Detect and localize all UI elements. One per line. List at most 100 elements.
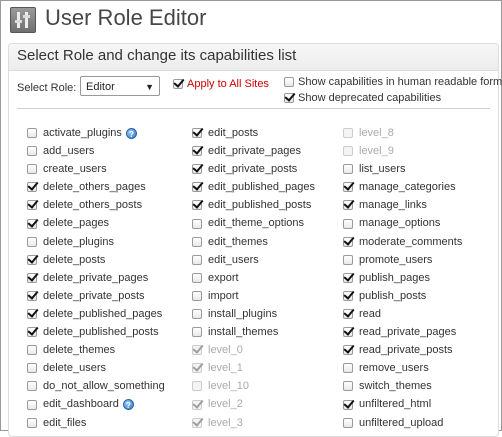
- capability-checkbox[interactable]: [343, 417, 353, 428]
- apply-all-sites-checkbox[interactable]: [173, 79, 183, 90]
- capability-checkbox[interactable]: [343, 164, 353, 175]
- capability-item[interactable]: delete_published_pages: [27, 305, 165, 323]
- capability-checkbox[interactable]: [27, 200, 37, 211]
- capability-checkbox[interactable]: [27, 381, 37, 392]
- capability-item[interactable]: export: [192, 269, 315, 287]
- capability-checkbox[interactable]: [343, 381, 353, 392]
- capability-item[interactable]: delete_plugins: [27, 233, 165, 251]
- capability-checkbox[interactable]: [192, 200, 202, 211]
- capability-item[interactable]: create_users: [27, 160, 165, 178]
- capability-item[interactable]: activate_plugins?: [27, 124, 165, 142]
- capability-label: delete_others_pages: [43, 181, 146, 194]
- capability-checkbox[interactable]: [343, 272, 353, 283]
- capability-item[interactable]: delete_private_posts: [27, 287, 165, 305]
- capability-item[interactable]: edit_published_posts: [192, 196, 315, 214]
- capability-checkbox[interactable]: [192, 182, 202, 193]
- capability-checkbox[interactable]: [343, 254, 353, 265]
- capability-checkbox[interactable]: [343, 345, 353, 356]
- capability-item[interactable]: edit_published_pages: [192, 178, 315, 196]
- capability-item[interactable]: delete_posts: [27, 251, 165, 269]
- capability-item[interactable]: manage_options: [343, 214, 462, 232]
- capability-item[interactable]: moderate_comments: [343, 233, 462, 251]
- capability-item[interactable]: edit_posts: [192, 124, 315, 142]
- capability-checkbox[interactable]: [27, 236, 37, 247]
- capability-checkbox[interactable]: [343, 200, 353, 211]
- capability-checkbox[interactable]: [343, 236, 353, 247]
- capability-checkbox[interactable]: [27, 146, 37, 157]
- capability-checkbox[interactable]: [192, 254, 202, 265]
- capability-item[interactable]: delete_published_posts: [27, 323, 165, 341]
- capability-item[interactable]: edit_users: [192, 251, 315, 269]
- capability-item[interactable]: manage_categories: [343, 178, 462, 196]
- capability-label: delete_private_posts: [43, 289, 145, 302]
- capability-item[interactable]: manage_links: [343, 196, 462, 214]
- capability-item[interactable]: remove_users: [343, 359, 462, 377]
- capability-checkbox[interactable]: [27, 309, 37, 320]
- capability-checkbox[interactable]: [343, 290, 353, 301]
- capability-checkbox[interactable]: [27, 272, 37, 283]
- capability-item[interactable]: edit_private_pages: [192, 142, 315, 160]
- capability-item[interactable]: delete_users: [27, 359, 165, 377]
- capability-item[interactable]: delete_pages: [27, 214, 165, 232]
- deprecated-option[interactable]: Show deprecated capabilities: [284, 92, 441, 104]
- capability-item[interactable]: read_private_posts: [343, 341, 462, 359]
- capability-checkbox[interactable]: [192, 218, 202, 229]
- capability-item[interactable]: promote_users: [343, 251, 462, 269]
- capability-checkbox[interactable]: [343, 363, 353, 374]
- capability-checkbox[interactable]: [343, 218, 353, 229]
- capability-item[interactable]: install_themes: [192, 323, 315, 341]
- human-readable-option[interactable]: Show capabilities in human readable form: [284, 76, 502, 88]
- capability-item[interactable]: do_not_allow_something: [27, 377, 165, 395]
- capability-item[interactable]: edit_private_posts: [192, 160, 315, 178]
- capability-item[interactable]: read: [343, 305, 462, 323]
- capability-checkbox[interactable]: [192, 290, 202, 301]
- capability-label: edit_published_posts: [208, 199, 312, 212]
- capability-item[interactable]: edit_files: [27, 414, 165, 432]
- capability-checkbox[interactable]: [343, 182, 353, 193]
- capability-item[interactable]: add_users: [27, 142, 165, 160]
- capability-item[interactable]: list_users: [343, 160, 462, 178]
- capability-checkbox[interactable]: [192, 236, 202, 247]
- human-readable-checkbox[interactable]: [284, 77, 294, 88]
- capability-item[interactable]: delete_private_pages: [27, 269, 165, 287]
- capability-item[interactable]: edit_themes: [192, 233, 315, 251]
- apply-all-sites-option[interactable]: Apply to All Sites: [173, 78, 269, 90]
- role-select[interactable]: Editor ▼: [80, 76, 160, 96]
- capability-checkbox[interactable]: [192, 146, 202, 157]
- capability-checkbox[interactable]: [27, 290, 37, 301]
- capability-checkbox[interactable]: [27, 327, 37, 338]
- capability-item[interactable]: import: [192, 287, 315, 305]
- capability-item[interactable]: publish_posts: [343, 287, 462, 305]
- capability-item[interactable]: edit_dashboard?: [27, 395, 165, 413]
- help-icon[interactable]: ?: [122, 399, 134, 410]
- capability-checkbox[interactable]: [27, 164, 37, 175]
- capability-checkbox[interactable]: [192, 128, 202, 139]
- capability-checkbox[interactable]: [192, 327, 202, 338]
- capability-checkbox[interactable]: [27, 218, 37, 229]
- capability-item[interactable]: delete_themes: [27, 341, 165, 359]
- capability-checkbox[interactable]: [192, 309, 202, 320]
- deprecated-checkbox[interactable]: [284, 93, 294, 104]
- capability-checkbox[interactable]: [27, 128, 37, 139]
- capability-item[interactable]: publish_pages: [343, 269, 462, 287]
- capability-item[interactable]: unfiltered_html: [343, 395, 462, 413]
- capability-checkbox[interactable]: [343, 309, 353, 320]
- capability-item[interactable]: unfiltered_upload: [343, 414, 462, 432]
- capability-checkbox[interactable]: [343, 399, 353, 410]
- capability-checkbox[interactable]: [27, 363, 37, 374]
- capability-item[interactable]: edit_theme_options: [192, 214, 315, 232]
- capability-checkbox[interactable]: [27, 345, 37, 356]
- capability-item[interactable]: install_plugins: [192, 305, 315, 323]
- capability-item[interactable]: read_private_pages: [343, 323, 462, 341]
- capability-checkbox[interactable]: [27, 399, 37, 410]
- help-icon[interactable]: ?: [125, 127, 137, 139]
- capability-item[interactable]: delete_others_posts: [27, 196, 165, 214]
- capability-checkbox[interactable]: [27, 254, 37, 265]
- capability-checkbox[interactable]: [27, 417, 37, 428]
- capability-checkbox[interactable]: [27, 182, 37, 193]
- capability-item[interactable]: switch_themes: [343, 377, 462, 395]
- capability-checkbox[interactable]: [192, 272, 202, 283]
- capability-checkbox[interactable]: [343, 327, 353, 338]
- capability-item[interactable]: delete_others_pages: [27, 178, 165, 196]
- capability-checkbox[interactable]: [192, 164, 202, 175]
